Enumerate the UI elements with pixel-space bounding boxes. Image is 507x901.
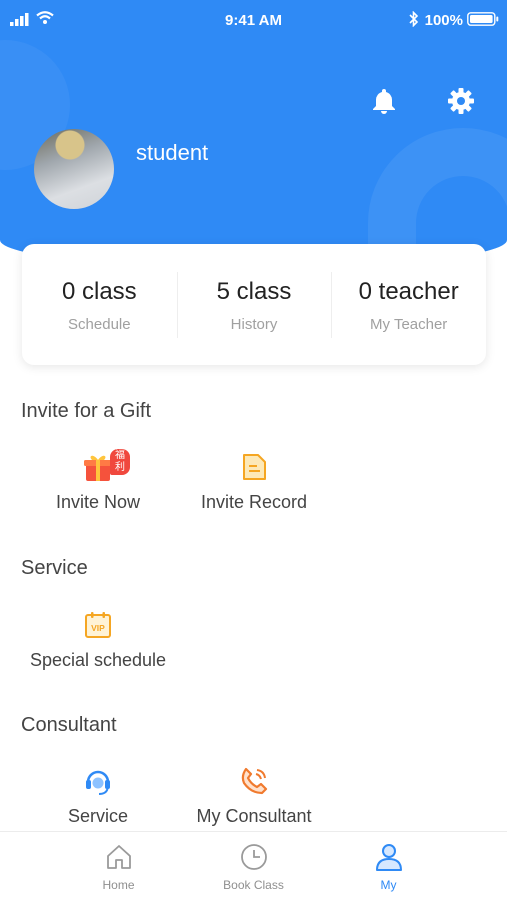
my-consultant-label: My Consultant xyxy=(196,806,312,826)
svg-text:VIP: VIP xyxy=(91,623,105,633)
tab-label: My xyxy=(380,878,397,892)
invite-record-label: Invite Record xyxy=(200,492,308,512)
stat-value: 0 class xyxy=(61,278,137,305)
home-icon xyxy=(106,845,131,869)
tab-my[interactable]: My xyxy=(321,832,456,901)
stat-label: Schedule xyxy=(68,316,131,333)
invite-record-button[interactable]: Invite Record xyxy=(176,452,332,513)
service-label: Service xyxy=(67,806,129,826)
tab-book-class[interactable]: Book Class xyxy=(186,832,321,901)
section-title-service: Service xyxy=(21,557,88,579)
stat-label: History xyxy=(230,316,278,333)
stat-history[interactable]: 5 class History xyxy=(176,244,332,365)
tab-bar: Home Book Class My xyxy=(0,831,507,901)
section-title-invite: Invite for a Gift xyxy=(21,400,152,422)
gift-icon: 福利 xyxy=(83,449,130,482)
section-title-consultant: Consultant xyxy=(21,714,117,736)
invite-now-button[interactable]: 福利 Invite Now xyxy=(20,449,176,513)
profile-header: 9:41 AM 100% student xyxy=(0,0,507,268)
tab-label: Book Class xyxy=(223,878,284,892)
invite-now-label: Invite Now xyxy=(55,492,141,512)
battery-percentage: 100% xyxy=(424,12,463,29)
phone-icon xyxy=(239,766,269,796)
stat-my-teacher[interactable]: 0 teacher My Teacher xyxy=(331,244,486,365)
bell-icon[interactable] xyxy=(369,86,399,116)
tab-home[interactable]: Home xyxy=(51,832,186,901)
promo-badge: 福利 xyxy=(110,449,130,475)
headset-icon xyxy=(83,766,113,796)
my-consultant-button[interactable]: My Consultant xyxy=(176,766,332,827)
stats-card: 0 class Schedule 5 class History 0 teach… xyxy=(22,244,486,365)
vip-calendar-icon: VIP xyxy=(83,610,113,640)
document-icon xyxy=(239,452,269,482)
stat-value: 5 class xyxy=(216,278,292,305)
battery-icon xyxy=(467,12,499,26)
avatar[interactable] xyxy=(34,129,114,209)
stat-label: My Teacher xyxy=(370,316,448,333)
tab-label: Home xyxy=(102,878,135,892)
stat-value: 0 teacher xyxy=(358,278,459,305)
status-bar: 9:41 AM 100% xyxy=(0,0,507,40)
stat-schedule[interactable]: 0 class Schedule xyxy=(22,244,177,365)
bluetooth-icon xyxy=(409,11,419,27)
special-schedule-label: Special schedule xyxy=(29,650,167,670)
service-button[interactable]: Service xyxy=(20,766,176,827)
username: student xyxy=(136,140,209,165)
special-schedule-button[interactable]: VIP Special schedule xyxy=(20,610,176,671)
clock-icon xyxy=(240,844,267,870)
person-icon xyxy=(375,844,402,871)
gear-icon[interactable] xyxy=(446,86,476,116)
